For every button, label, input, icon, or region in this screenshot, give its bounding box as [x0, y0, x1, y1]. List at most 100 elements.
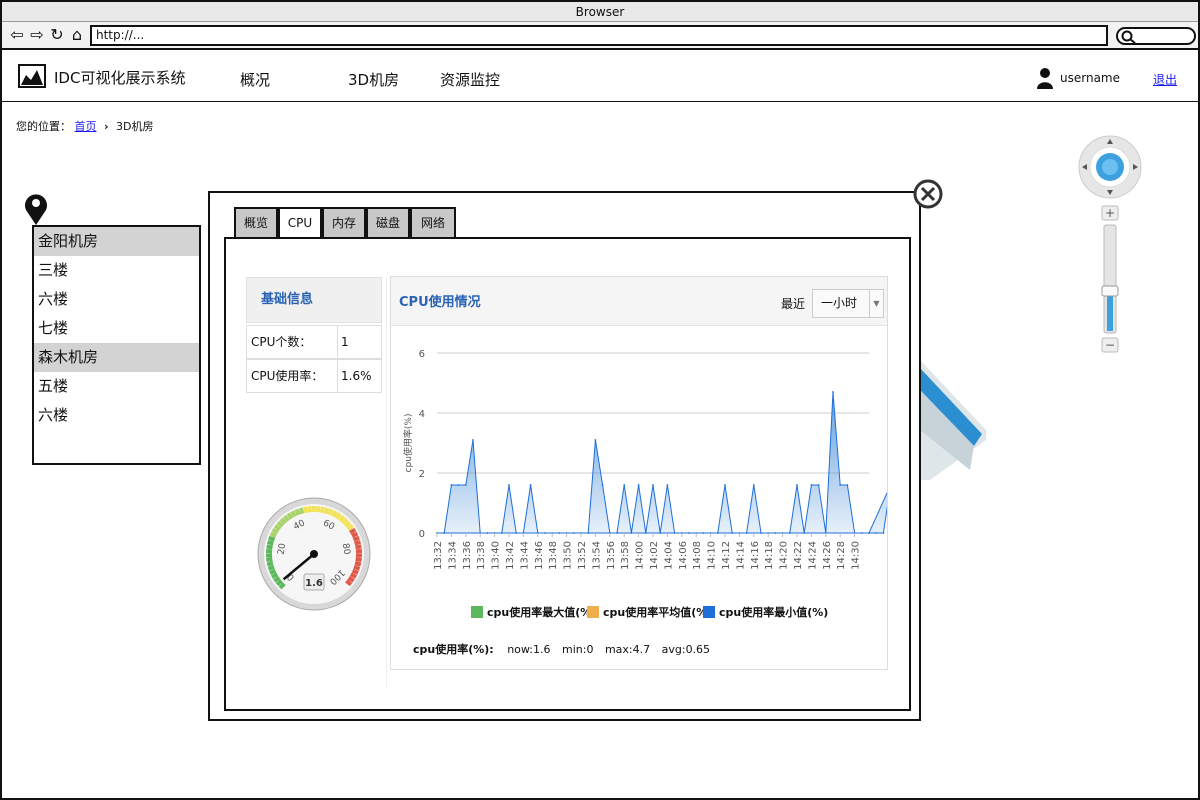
x-tick-label: 14:04	[663, 541, 674, 570]
cpu-count-label: CPU个数：	[251, 335, 312, 349]
gauge-band-segment	[349, 527, 357, 535]
search-box[interactable]	[1116, 27, 1196, 45]
username[interactable]: username	[1060, 71, 1120, 85]
gauge-band-segment	[269, 568, 277, 575]
data-point	[673, 532, 676, 534]
tab-memory[interactable]: 内存	[322, 207, 366, 239]
cpu-area-chart: 0246cpu使用率(%)13:32 13:34 13:36 13:38 13:40 13…	[402, 349, 887, 570]
logout-link[interactable]: 退出	[1153, 71, 1177, 88]
data-point	[731, 532, 734, 534]
tab-network[interactable]: 网络	[410, 207, 456, 239]
data-point	[644, 532, 647, 534]
x-tick-label: 13:58	[620, 541, 631, 570]
stats-max: max:4.7	[604, 643, 651, 656]
x-tick-label: 14:20	[779, 541, 790, 570]
data-point	[846, 484, 849, 486]
data-point	[450, 484, 453, 486]
cpu-count-row: CPU个数： 1	[246, 325, 382, 359]
data-point	[774, 532, 777, 534]
room-item[interactable]: 六楼	[34, 285, 199, 314]
map-pin-icon	[25, 194, 47, 225]
breadcrumb: 您的位置： 首页 › 3D机房	[16, 118, 154, 134]
data-point	[839, 484, 842, 486]
legend-item-avg[interactable]: cpu使用率平均值(%)	[587, 604, 712, 620]
data-point	[817, 484, 820, 486]
y-tick-label: 2	[419, 469, 425, 480]
y-tick-label: 6	[419, 349, 425, 360]
data-point	[796, 484, 798, 486]
data-point	[760, 532, 762, 534]
home-icon[interactable]: ⌂	[68, 26, 86, 44]
data-point	[594, 439, 597, 441]
y-axis-label: cpu使用率(%)	[402, 414, 414, 473]
gauge-tick-label: 80	[340, 543, 352, 556]
cpu-usage-label: CPU使用率：	[251, 369, 324, 383]
gauge-band-segment	[354, 561, 362, 567]
gauge-band-segment	[267, 540, 274, 546]
gauge-band-segment	[286, 512, 294, 520]
x-tick-label: 14:18	[764, 541, 775, 570]
gauge-band-segment	[351, 531, 359, 538]
url-input[interactable]: http://...	[90, 25, 1108, 46]
chevron-right-icon: ›	[104, 120, 109, 133]
y-tick-label: 0	[419, 529, 425, 540]
basic-info-title: 基础信息	[246, 277, 382, 323]
data-point	[652, 484, 654, 486]
breadcrumb-home-link[interactable]: 首页	[75, 120, 97, 133]
x-tick-label: 14:08	[692, 541, 703, 570]
gauge-band-segment	[273, 524, 282, 531]
legend-item-min[interactable]: cpu使用率最小值(%)	[703, 604, 828, 620]
gauge-band-segment	[273, 575, 281, 583]
gauge-band-segment	[355, 544, 362, 550]
back-icon[interactable]: ⇦	[8, 26, 26, 44]
gauge-value-label: 1.6	[305, 578, 323, 589]
room-item[interactable]: 三楼	[34, 256, 199, 285]
tab-cpu[interactable]: CPU	[278, 207, 322, 240]
gauge-band-segment	[346, 524, 355, 531]
nav-overview[interactable]: 概况	[240, 69, 270, 90]
room-item[interactable]: 金阳机房	[34, 227, 199, 256]
room-list: 金阳机房 三楼 六楼 七楼 森木机房 五楼 六楼	[32, 225, 201, 465]
range-select-value: 一小时	[821, 296, 858, 310]
x-tick-label: 13:54	[591, 541, 602, 570]
gauge-band-segment	[352, 535, 360, 542]
address-bar: ⇦ ⇨ ↻ ⌂ http://...	[2, 22, 1198, 50]
nav-3d-room[interactable]: 3D机房	[348, 69, 399, 90]
legend-item-max[interactable]: cpu使用率最大值(%)	[471, 604, 596, 620]
x-tick-label: 13:44	[519, 541, 530, 570]
range-select[interactable]: 一小时 ▼	[812, 289, 884, 318]
x-tick-label: 14:14	[735, 541, 746, 570]
forward-icon[interactable]: ⇨	[28, 26, 46, 44]
gauge-band-segment	[315, 506, 321, 513]
data-point	[659, 532, 662, 534]
gauge-band-segment	[331, 510, 338, 518]
data-point	[868, 532, 870, 534]
x-tick-label: 13:34	[447, 541, 458, 570]
x-tick-label: 14:26	[822, 541, 833, 570]
tab-overview[interactable]: 概览	[234, 207, 278, 239]
close-icon[interactable]	[912, 178, 944, 210]
room-item[interactable]: 五楼	[34, 372, 199, 401]
gauge-band-segment	[294, 508, 301, 516]
x-tick-label: 13:52	[577, 541, 588, 570]
gauge-band-segment	[351, 568, 359, 575]
zoom-handle[interactable]	[1101, 285, 1119, 297]
x-tick-label: 14:06	[678, 541, 689, 570]
3d-rack-model[interactable]	[920, 360, 990, 510]
tab-disk[interactable]: 磁盘	[366, 207, 410, 239]
gauge-band-segment	[266, 557, 273, 563]
x-tick-label: 14:00	[635, 541, 646, 570]
gauge-band-segment	[323, 507, 330, 515]
x-tick-label: 13:38	[476, 541, 487, 570]
refresh-icon[interactable]: ↻	[48, 26, 66, 44]
x-tick-label: 13:56	[606, 541, 617, 570]
data-point	[623, 484, 626, 486]
data-point	[587, 532, 590, 534]
x-tick-label: 13:46	[534, 541, 545, 570]
minus-icon: −	[1105, 338, 1115, 352]
gauge-band-segment	[353, 565, 361, 571]
room-item[interactable]: 森木机房	[34, 343, 199, 372]
room-item[interactable]: 六楼	[34, 401, 199, 430]
nav-resource-monitor[interactable]: 资源监控	[440, 69, 500, 90]
room-item[interactable]: 七楼	[34, 314, 199, 343]
